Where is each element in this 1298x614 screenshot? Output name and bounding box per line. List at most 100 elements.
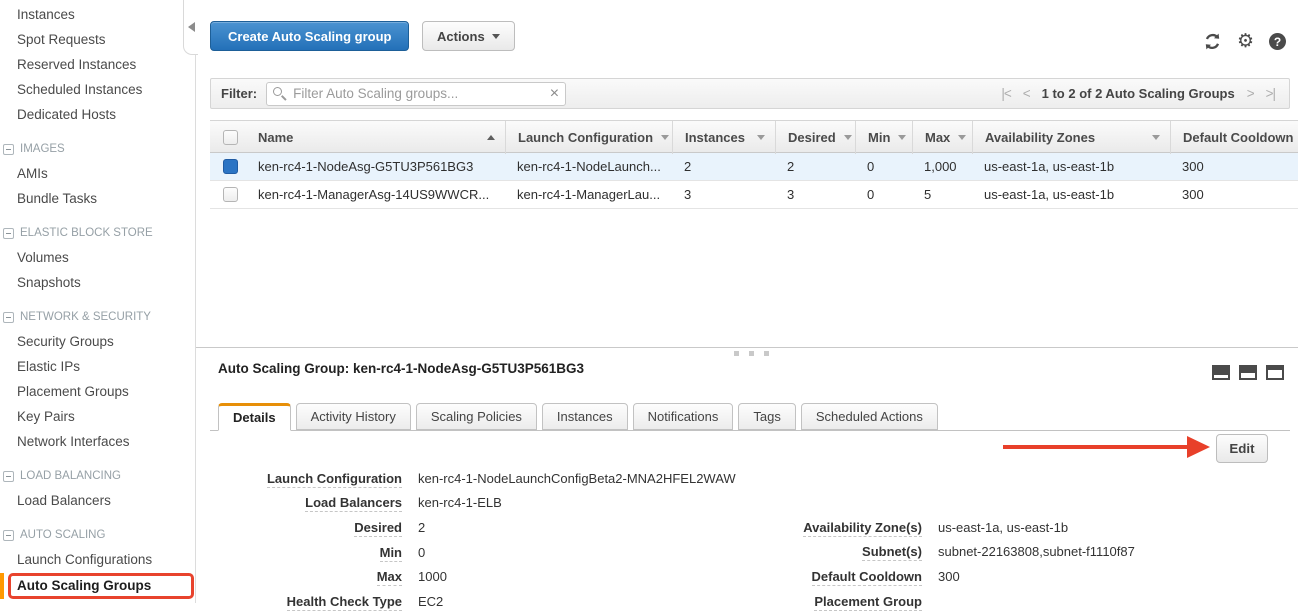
detail-panel-title: Auto Scaling Group: ken-rc4-1-NodeAsg-G5… [218,361,584,376]
sidebar-item-elastic-ips[interactable]: Elastic IPs [0,354,195,379]
splitter-drag-handle-icon[interactable] [734,351,769,356]
pagination-first-icon[interactable]: |< [1001,86,1010,101]
table-row[interactable]: ken-rc4-1-NodeAsg-G5TU3P561BG3 ken-rc4-1… [210,153,1298,181]
sidebar-section-images[interactable]: IMAGES [0,137,195,161]
sidebar-item-snapshots[interactable]: Snapshots [0,270,195,295]
column-header-default-cooldown[interactable]: Default Cooldown [1170,121,1298,154]
ec2-console: Instances Spot Requests Reserved Instanc… [0,0,1298,603]
cell-instances: 2 [672,159,775,174]
field-value: 0 [418,545,425,560]
column-label: Min [868,130,890,145]
sidebar-item-launch-configurations[interactable]: Launch Configurations [0,547,195,572]
tab-scheduled-actions[interactable]: Scheduled Actions [801,403,938,430]
gear-icon[interactable]: ⚙ [1237,32,1254,51]
sort-asc-icon [487,135,495,140]
field-value: 2 [418,520,425,535]
pagination-prev-icon[interactable]: < [1023,86,1030,101]
field-label: Placement Group [814,594,922,611]
sidebar: Instances Spot Requests Reserved Instanc… [0,0,196,603]
column-header-launch-configuration[interactable]: Launch Configuration [505,121,672,154]
column-header-max[interactable]: Max [912,121,972,154]
sidebar-item-reserved-instances[interactable]: Reserved Instances [0,52,195,77]
pane-layout-controls [1212,365,1284,380]
help-icon[interactable]: ? [1269,33,1286,50]
select-all-checkbox[interactable] [210,121,250,154]
row-checkbox[interactable] [223,187,238,202]
cell-default-cooldown: 300 [1170,187,1298,202]
sidebar-section-elastic-block-store[interactable]: ELASTIC BLOCK STORE [0,221,195,245]
table-header-row: Name Launch Configuration Instances Desi… [210,120,1298,153]
refresh-icon[interactable] [1203,32,1222,51]
pane-minimize-icon[interactable] [1212,365,1230,380]
actions-dropdown-button[interactable]: Actions [422,21,515,51]
pagination-last-icon[interactable]: >| [1266,86,1275,101]
sidebar-item-amis[interactable]: AMIs [0,161,195,186]
tab-details[interactable]: Details [218,403,291,431]
sidebar-item-placement-groups[interactable]: Placement Groups [0,379,195,404]
sidebar-section-load-balancing[interactable]: LOAD BALANCING [0,464,195,488]
row-checkbox-checked[interactable] [223,159,238,174]
field-label: Health Check Type [287,594,402,611]
annotation-arrow-icon [1003,436,1210,458]
cell-name: ken-rc4-1-ManagerAsg-14US9WWCR... [250,187,505,202]
field-label: Desired [354,520,402,537]
cell-instances: 3 [672,187,775,202]
collapse-minus-icon [3,530,14,541]
tab-activity-history[interactable]: Activity History [296,403,411,430]
collapse-minus-icon [3,228,14,239]
column-header-min[interactable]: Min [855,121,912,154]
column-header-instances[interactable]: Instances [672,121,775,154]
sidebar-item-load-balancers[interactable]: Load Balancers [0,488,195,513]
create-auto-scaling-group-button[interactable]: Create Auto Scaling group [210,21,409,51]
field-subnets: Subnet(s) subnet-22163808,subnet-f1110f8… [700,540,1135,565]
sort-icon [757,135,765,140]
tab-scaling-policies[interactable]: Scaling Policies [416,403,537,430]
column-header-desired[interactable]: Desired [775,121,855,154]
sidebar-item-auto-scaling-groups[interactable]: Auto Scaling Groups [8,573,194,599]
sidebar-item-instances[interactable]: Instances [0,2,195,27]
sidebar-item-network-interfaces[interactable]: Network Interfaces [0,429,195,454]
sidebar-item-scheduled-instances[interactable]: Scheduled Instances [0,77,195,102]
sidebar-section-auto-scaling[interactable]: AUTO SCALING [0,523,195,547]
edit-button-wrap: Edit [1216,434,1268,463]
checkbox-icon[interactable] [223,130,238,145]
column-label: Launch Configuration [518,130,653,145]
column-label: Desired [788,130,836,145]
tab-notifications[interactable]: Notifications [633,403,734,430]
pane-split-icon[interactable] [1239,365,1257,380]
field-desired: Desired 2 [218,515,736,540]
column-header-availability-zones[interactable]: Availability Zones [972,121,1170,154]
sidebar-item-bundle-tasks[interactable]: Bundle Tasks [0,186,195,211]
sidebar-item-spot-requests[interactable]: Spot Requests [0,27,195,52]
edit-button[interactable]: Edit [1216,434,1268,463]
sidebar-item-volumes[interactable]: Volumes [0,245,195,270]
table-row[interactable]: ken-rc4-1-ManagerAsg-14US9WWCR... ken-rc… [210,181,1298,209]
pagination-next-icon[interactable]: > [1247,86,1254,101]
pane-splitter[interactable] [196,347,1298,348]
section-label: ELASTIC BLOCK STORE [20,227,153,239]
field-value: us-east-1a, us-east-1b [938,520,1068,535]
column-label: Max [925,130,950,145]
field-value: ken-rc4-1-NodeLaunchConfigBeta2-MNA2HFEL… [418,471,736,486]
sidebar-section-network-security[interactable]: NETWORK & SECURITY [0,305,195,329]
field-value: subnet-22163808,subnet-f1110f87 [938,544,1135,559]
pane-maximize-icon[interactable] [1266,365,1284,380]
field-max: Max 1000 [218,564,736,589]
field-launch-configuration: Launch Configuration ken-rc4-1-NodeLaunc… [218,466,736,491]
collapse-minus-icon [3,471,14,482]
collapse-minus-icon [3,144,14,155]
filter-input[interactable] [266,82,566,106]
cell-availability-zones: us-east-1a, us-east-1b [972,159,1170,174]
sidebar-collapse-handle[interactable] [183,0,198,55]
column-label: Default Cooldown [1183,130,1294,145]
collapse-minus-icon [3,312,14,323]
tab-instances[interactable]: Instances [542,403,628,430]
column-header-name[interactable]: Name [250,121,505,154]
sidebar-item-security-groups[interactable]: Security Groups [0,329,195,354]
field-value: 300 [938,569,960,584]
sidebar-item-dedicated-hosts[interactable]: Dedicated Hosts [0,102,195,127]
pagination: |< < 1 to 2 of 2 Auto Scaling Groups > >… [1001,86,1279,101]
tab-tags[interactable]: Tags [738,403,795,430]
sidebar-item-key-pairs[interactable]: Key Pairs [0,404,195,429]
clear-filter-icon[interactable]: × [550,83,559,105]
